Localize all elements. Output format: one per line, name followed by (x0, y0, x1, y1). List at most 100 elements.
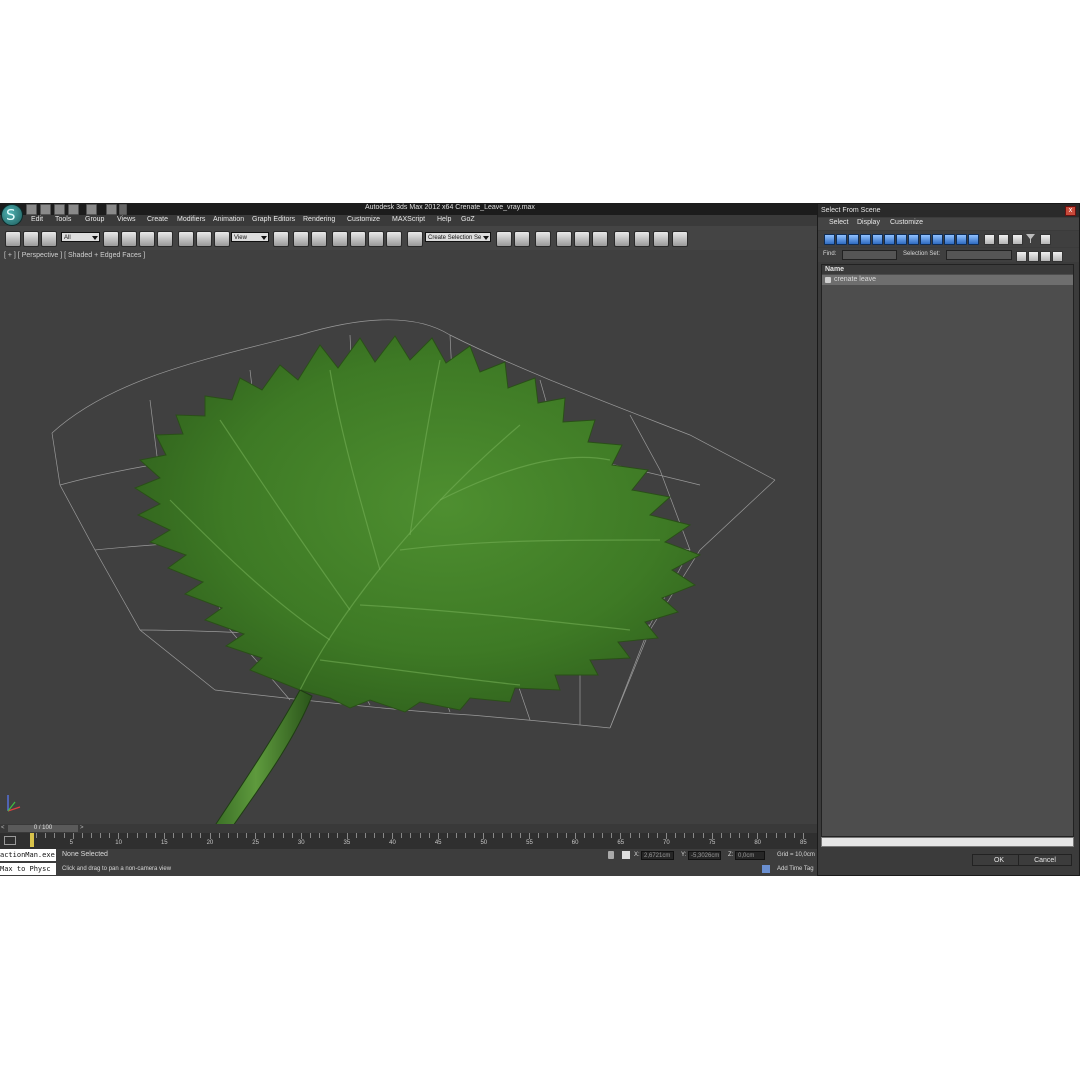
menu-animation[interactable]: Animation (213, 216, 244, 223)
graphite-modeling-tools-icon[interactable] (556, 231, 572, 247)
time-next-icon[interactable]: > (80, 825, 84, 831)
list-item[interactable]: crenate leave (822, 275, 1073, 285)
time-tag-icon[interactable] (762, 865, 770, 873)
maxscript-listener-input[interactable]: Max to Physc (0, 863, 56, 875)
menu-graph-editors[interactable]: Graph Editors (252, 216, 295, 223)
display-containers-icon[interactable] (932, 234, 943, 245)
angle-snap-toggle-icon[interactable] (350, 231, 366, 247)
display-space-warps-icon[interactable] (884, 234, 895, 245)
time-prev-icon[interactable]: < (1, 825, 5, 831)
dialog-menu-customize[interactable]: Customize (890, 219, 923, 226)
horizontal-scrollbar[interactable] (821, 837, 1074, 847)
track-bar[interactable]: 5 10 15 20 25 30 35 40 45 50 55 60 65 70 75 80 85 (0, 833, 817, 849)
x-coordinate-field[interactable]: 2,6721cm (641, 851, 674, 860)
invert-display-icon[interactable] (998, 234, 1009, 245)
perspective-viewport[interactable] (0, 250, 817, 849)
menu-tools[interactable]: Tools (55, 216, 71, 223)
bind-to-space-warp-icon[interactable] (41, 231, 57, 247)
percent-snap-toggle-icon[interactable] (368, 231, 384, 247)
viewport-label[interactable]: [ + ] [ Perspective ] [ Shaded + Edged F… (4, 252, 145, 259)
dialog-close-button[interactable]: x (1065, 206, 1076, 216)
display-geometry-icon[interactable] (824, 234, 835, 245)
unlink-selection-icon[interactable] (23, 231, 39, 247)
cancel-button[interactable]: Cancel (1018, 854, 1072, 866)
z-coordinate-field[interactable]: 0,0cm (735, 851, 765, 860)
render-setup-icon[interactable] (634, 231, 650, 247)
named-selection-sets-dropdown[interactable]: Create Selection Se (425, 232, 491, 242)
quick-access-dropdown-icon[interactable] (119, 204, 127, 215)
time-slider[interactable]: < 0 / 100 > (0, 824, 817, 833)
maxscript-listener-output[interactable]: actionMan.exe (0, 849, 56, 861)
menu-goz[interactable]: GoZ (461, 216, 475, 223)
select-and-scale-icon[interactable] (214, 231, 230, 247)
display-bones-icon[interactable] (920, 234, 931, 245)
use-pivot-point-center-icon[interactable] (273, 231, 289, 247)
selection-set-option-1-icon[interactable] (1016, 251, 1027, 262)
layer-manager-icon[interactable] (535, 231, 551, 247)
schematic-view-icon[interactable] (592, 231, 608, 247)
render-production-icon[interactable] (672, 231, 688, 247)
dialog-menu-select[interactable]: Select (829, 219, 848, 226)
display-xrefs-icon[interactable] (908, 234, 919, 245)
window-crossing-icon[interactable] (157, 231, 173, 247)
menu-views[interactable]: Views (117, 216, 136, 223)
find-input[interactable] (842, 250, 897, 260)
menu-help[interactable]: Help (437, 216, 451, 223)
edit-named-selection-sets-icon[interactable] (407, 231, 423, 247)
align-icon[interactable] (514, 231, 530, 247)
mirror-icon[interactable] (496, 231, 512, 247)
menu-customize[interactable]: Customize (347, 216, 380, 223)
menu-maxscript[interactable]: MAXScript (392, 216, 425, 223)
rendered-frame-window-icon[interactable] (653, 231, 669, 247)
select-all-icon[interactable] (1012, 234, 1023, 245)
project-folder-icon[interactable] (106, 204, 117, 215)
display-all-icon[interactable] (968, 234, 979, 245)
application-menu-logo-icon[interactable]: S (1, 204, 23, 226)
new-file-icon[interactable] (26, 204, 37, 215)
y-coordinate-field[interactable]: -5,3026cm (688, 851, 721, 860)
snaps-toggle-icon[interactable] (332, 231, 348, 247)
selection-set-option-2-icon[interactable] (1028, 251, 1039, 262)
selection-filter-dropdown[interactable]: All (61, 232, 100, 242)
selection-set-option-4-icon[interactable] (1052, 251, 1063, 262)
rectangular-selection-region-icon[interactable] (139, 231, 155, 247)
add-time-tag-button[interactable]: Add Time Tag (777, 866, 814, 872)
selection-set-dropdown[interactable] (946, 250, 1012, 260)
scene-object-list[interactable]: Name crenate leave (821, 264, 1074, 837)
menu-create[interactable]: Create (147, 216, 168, 223)
material-editor-icon[interactable] (614, 231, 630, 247)
undo-icon[interactable] (68, 204, 79, 215)
display-cameras-icon[interactable] (860, 234, 871, 245)
open-file-icon[interactable] (40, 204, 51, 215)
display-groups-icon[interactable] (896, 234, 907, 245)
display-shapes-icon[interactable] (836, 234, 847, 245)
select-by-name-icon[interactable] (121, 231, 137, 247)
menu-rendering[interactable]: Rendering (303, 216, 335, 223)
display-hidden-icon[interactable] (956, 234, 967, 245)
select-object-icon[interactable] (103, 231, 119, 247)
menu-group[interactable]: Group (85, 216, 104, 223)
curve-editor-icon[interactable] (574, 231, 590, 247)
select-and-manipulate-icon[interactable] (293, 231, 309, 247)
name-column-header[interactable]: Name (822, 265, 1073, 274)
selection-lock-icon[interactable] (608, 851, 614, 859)
selection-set-option-3-icon[interactable] (1040, 251, 1051, 262)
redo-icon[interactable] (86, 204, 97, 215)
menu-edit[interactable]: Edit (31, 216, 43, 223)
absolute-mode-transform-icon[interactable] (622, 851, 630, 859)
display-lights-icon[interactable] (848, 234, 859, 245)
select-and-link-icon[interactable] (5, 231, 21, 247)
select-and-rotate-icon[interactable] (196, 231, 212, 247)
select-and-move-icon[interactable] (178, 231, 194, 247)
keyboard-shortcut-override-icon[interactable] (311, 231, 327, 247)
reference-coordinate-dropdown[interactable]: View (231, 232, 269, 242)
sync-selection-icon[interactable] (1040, 234, 1051, 245)
filter-icon[interactable] (1026, 234, 1035, 243)
display-helpers-icon[interactable] (872, 234, 883, 245)
menu-modifiers[interactable]: Modifiers (177, 216, 205, 223)
display-none-icon[interactable] (984, 234, 995, 245)
display-frozen-icon[interactable] (944, 234, 955, 245)
dialog-menu-display[interactable]: Display (857, 219, 880, 226)
spinner-snap-toggle-icon[interactable] (386, 231, 402, 247)
time-slider-thumb[interactable]: 0 / 100 (8, 825, 78, 832)
